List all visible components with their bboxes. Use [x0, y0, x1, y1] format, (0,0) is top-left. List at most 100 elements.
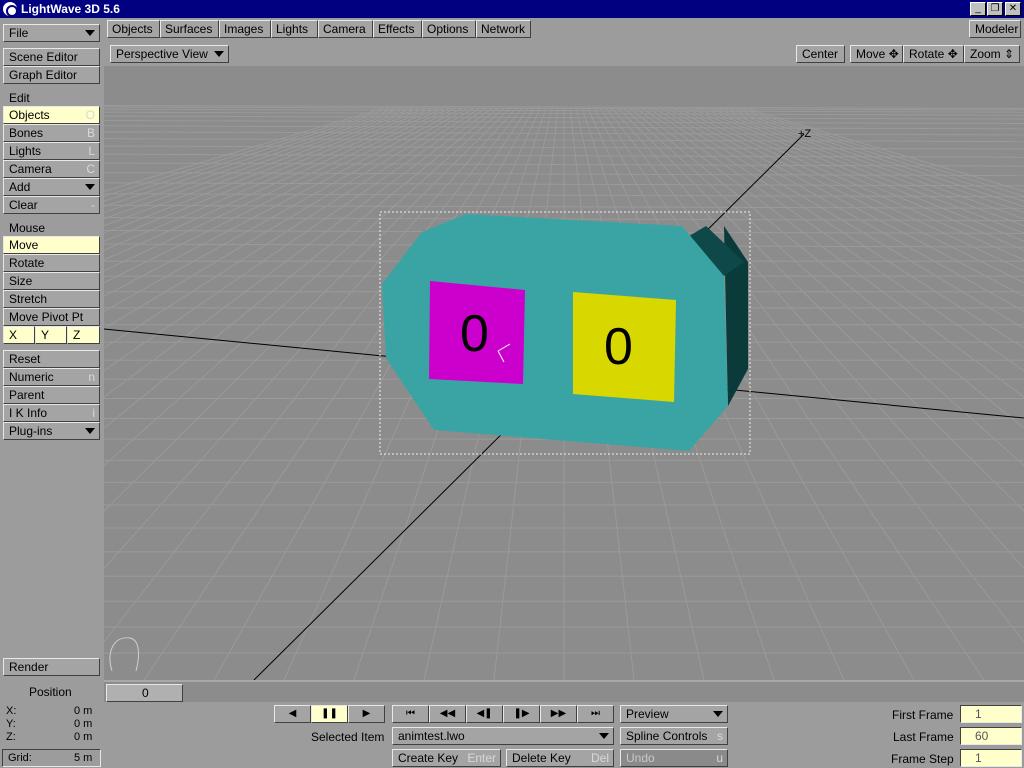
tab-objects[interactable]: Objects — [107, 20, 160, 38]
grid-value: 5 m — [74, 752, 93, 764]
timeline-track[interactable] — [104, 682, 1024, 702]
edit-item-label: Objects — [9, 108, 50, 122]
position-z-value: 0 m — [74, 731, 93, 743]
view-mode-dropdown[interactable]: Perspective View — [110, 45, 229, 63]
tab-options[interactable]: Options — [422, 20, 476, 38]
position-x-label: X: — [6, 705, 17, 717]
next-key-button[interactable]: ▶▶ — [540, 705, 577, 723]
previous-key-button[interactable]: ◀◀ — [429, 705, 466, 723]
move-view-button[interactable]: Move ✥ — [850, 45, 903, 63]
edit-add-button[interactable]: Add — [3, 178, 100, 196]
chevron-down-icon — [599, 733, 609, 739]
tool-item-shortcut: i — [92, 406, 95, 420]
view-mode-label: Perspective View — [116, 47, 208, 61]
spline-controls-button[interactable]: Spline Controls s — [620, 727, 728, 745]
mouse-rotate-button[interactable]: Rotate — [3, 254, 100, 272]
chevron-down-icon — [713, 711, 723, 717]
mouse-size-button[interactable]: Size — [3, 272, 100, 290]
render-button[interactable]: Render — [3, 658, 100, 676]
position-z-label: Z: — [6, 731, 16, 743]
first-frame-button[interactable]: ⏮ — [392, 705, 429, 723]
zoom-arrows-icon: ⇕ — [1004, 47, 1015, 61]
tab-lights[interactable]: Lights — [271, 20, 318, 38]
chevron-down-icon — [85, 184, 95, 190]
edit-item-label: Bones — [9, 126, 44, 140]
selected-item-dropdown[interactable]: animtest.lwo — [392, 727, 614, 745]
edit-lights-button[interactable]: Lights L — [3, 142, 100, 160]
grid-label: Grid: — [8, 752, 32, 764]
edit-camera-button[interactable]: Camera C — [3, 160, 100, 178]
perspective-viewport[interactable]: +Z 0 0 — [104, 66, 1024, 680]
undo-button[interactable]: Undo u — [620, 749, 728, 767]
tab-network[interactable]: Network — [476, 20, 531, 38]
play-reverse-button[interactable]: ◀ — [274, 705, 311, 723]
edit-item-label: Add — [9, 180, 31, 194]
tool-parent-button[interactable]: Parent — [3, 386, 100, 404]
step-back-button[interactable]: ◀❚ — [466, 705, 503, 723]
z-axis-label: +Z — [798, 128, 811, 140]
play-button[interactable]: ▶ — [348, 705, 385, 723]
tool-item-label: Parent — [9, 388, 45, 402]
axis-x-toggle[interactable]: X — [3, 326, 35, 344]
move-arrows-icon: ✥ — [888, 47, 899, 61]
animtest-object[interactable]: 0 0 — [379, 211, 751, 455]
tool-item-shortcut: n — [88, 370, 95, 384]
edit-objects-button[interactable]: Objects O — [3, 106, 100, 124]
last-frame-button[interactable]: ⏭ — [577, 705, 614, 723]
tab-effects[interactable]: Effects — [373, 20, 422, 38]
rotate-view-label: Rotate — [909, 47, 945, 61]
position-y-value: 0 m — [74, 718, 93, 730]
edit-item-shortcut: L — [88, 144, 95, 158]
preview-dropdown[interactable]: Preview — [620, 705, 728, 723]
edit-item-label: Clear — [9, 198, 38, 212]
position-y-label: Y: — [6, 718, 16, 730]
lightwave-logo-icon — [3, 2, 18, 17]
frame-step-label: Frame Step — [891, 752, 954, 766]
frame-step-field[interactable]: 1 — [960, 749, 1022, 767]
mouse-move-pivot-pt-button[interactable]: Move Pivot Pt — [3, 308, 100, 326]
left-digit: 0 — [460, 305, 489, 363]
first-frame-field[interactable]: 1 — [960, 705, 1022, 723]
minimize-button[interactable]: _ — [970, 2, 986, 16]
last-frame-label: Last Frame — [893, 730, 954, 744]
modeler-button[interactable]: Modeler — [969, 20, 1021, 38]
tool-numeric-button[interactable]: Numeric n — [3, 368, 100, 386]
edit-section-title: Edit — [9, 91, 30, 105]
spline-controls-shortcut: s — [717, 729, 723, 743]
mouse-section-title: Mouse — [9, 221, 46, 235]
edit-bones-button[interactable]: Bones B — [3, 124, 100, 142]
tab-images[interactable]: Images — [219, 20, 271, 38]
center-button[interactable]: Center — [796, 45, 845, 63]
mouse-move-button[interactable]: Move — [3, 236, 100, 254]
scene-editor-button[interactable]: Scene Editor — [3, 48, 100, 66]
zoom-view-button[interactable]: Zoom ⇕ — [964, 45, 1020, 63]
timeline-slider[interactable]: 0 — [106, 684, 183, 702]
rotate-view-button[interactable]: Rotate ✥ — [903, 45, 964, 63]
mouse-stretch-button[interactable]: Stretch — [3, 290, 100, 308]
pause-button[interactable]: ❚❚ — [311, 705, 348, 723]
close-button[interactable]: ✕ — [1005, 2, 1021, 16]
last-frame-field[interactable]: 60 — [960, 727, 1022, 745]
tab-surfaces[interactable]: Surfaces — [160, 20, 219, 38]
move-view-label: Move — [856, 47, 886, 61]
selected-item-label: Selected Item — [311, 730, 385, 744]
file-menu-button[interactable]: File — [3, 24, 100, 42]
tool-item-label: Reset — [9, 352, 41, 366]
step-forward-button[interactable]: ❚▶ — [503, 705, 540, 723]
edit-clear-button[interactable]: Clear - — [3, 196, 100, 214]
chevron-down-icon — [214, 51, 224, 57]
delete-key-shortcut: Del — [590, 751, 609, 765]
axis-y-toggle[interactable]: Y — [35, 326, 67, 344]
first-frame-label: First Frame — [892, 708, 954, 722]
restore-button[interactable]: ❐ — [987, 2, 1003, 16]
create-key-shortcut: Enter — [467, 751, 496, 765]
tool-plug-ins-button[interactable]: Plug-ins — [3, 422, 100, 440]
tool-i-k-info-button[interactable]: I K Info i — [3, 404, 100, 422]
axis-z-toggle[interactable]: Z — [67, 326, 100, 344]
delete-key-button[interactable]: Delete Key Del — [506, 749, 614, 767]
tab-camera[interactable]: Camera — [318, 20, 373, 38]
graph-editor-button[interactable]: Graph Editor — [3, 66, 100, 84]
create-key-button[interactable]: Create Key Enter — [392, 749, 501, 767]
edit-item-shortcut: B — [86, 126, 95, 140]
tool-reset-button[interactable]: Reset — [3, 350, 100, 368]
